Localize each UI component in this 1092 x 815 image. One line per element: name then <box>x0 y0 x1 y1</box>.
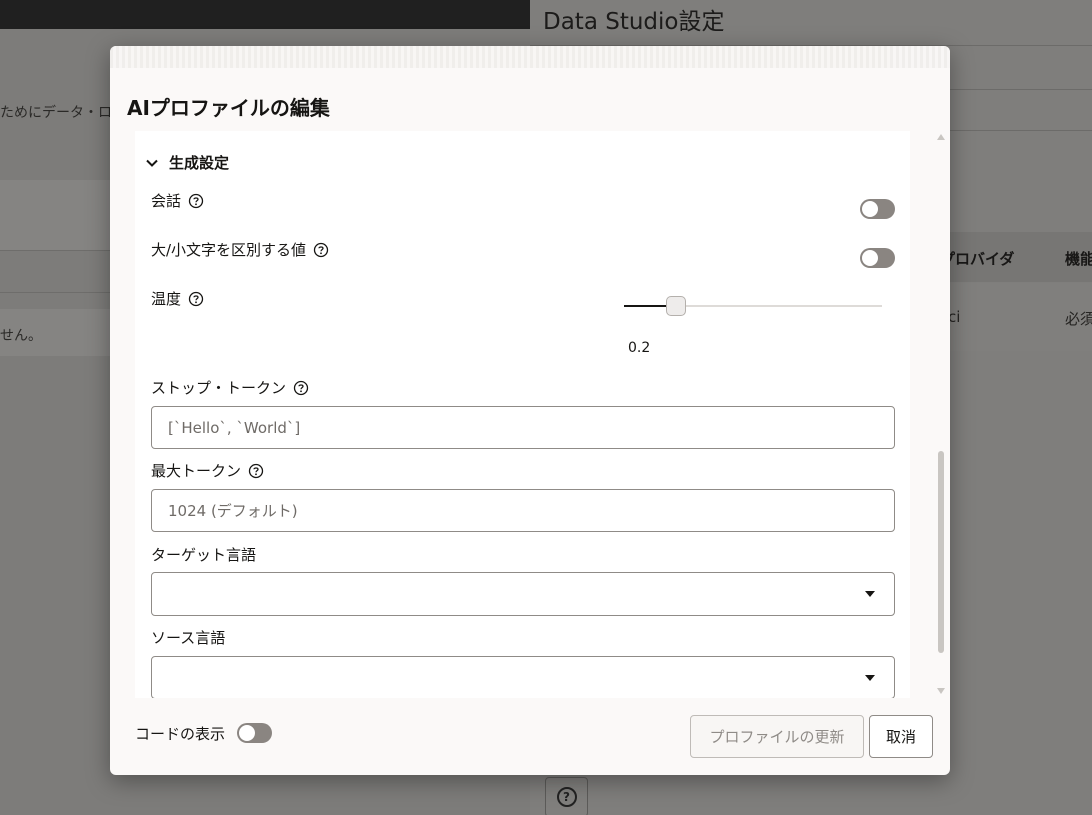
stop-tokens-label: ストップ・トークン <box>151 379 287 397</box>
help-circle-icon[interactable] <box>313 242 329 258</box>
target-language-select[interactable] <box>151 572 895 616</box>
help-circle-icon[interactable] <box>248 463 264 479</box>
help-circle-icon[interactable] <box>188 291 204 307</box>
section-title: 生成設定 <box>169 154 230 172</box>
scrollbar-thumb[interactable] <box>938 451 944 653</box>
max-tokens-label: 最大トークン <box>151 462 242 480</box>
table-header-provider: プロバイダ <box>940 250 1015 268</box>
max-tokens-input[interactable] <box>152 490 894 531</box>
generation-settings-header[interactable]: 生成設定 <box>145 152 229 173</box>
target-language-value[interactable] <box>152 573 894 615</box>
stop-tokens-field[interactable] <box>151 406 895 449</box>
case-sensitive-label-row: 大/小文字を区別する値 <box>151 239 329 260</box>
target-language-label-row: ターゲット言語 <box>151 544 256 565</box>
source-language-select[interactable] <box>151 656 895 698</box>
cancel-button[interactable]: 取消 <box>869 715 933 758</box>
stop-tokens-label-row: ストップ・トークン <box>151 377 309 398</box>
table-cell-feature: 必須 <box>1065 310 1092 328</box>
dialog-title: AIプロファイルの編集 <box>127 96 330 120</box>
scroll-down-arrow[interactable] <box>937 688 945 694</box>
help-circle-icon[interactable] <box>188 193 204 209</box>
chevron-down-icon[interactable] <box>145 156 159 170</box>
source-language-value[interactable] <box>152 657 894 698</box>
background-text-2: せん。 <box>0 328 42 344</box>
show-code-label: コードの表示 <box>135 725 226 743</box>
case-sensitive-toggle[interactable] <box>860 248 895 268</box>
show-code-toggle[interactable] <box>237 723 272 743</box>
temperature-slider-thumb[interactable] <box>665 296 686 316</box>
dialog-header-texture <box>110 46 950 68</box>
background-top-bar <box>0 0 530 29</box>
conversation-toggle[interactable] <box>860 199 895 219</box>
toggle-knob <box>862 201 878 217</box>
caret-down-icon[interactable] <box>865 591 875 597</box>
source-language-label: ソース言語 <box>151 629 226 647</box>
dialog-scroll-body[interactable]: 生成設定 会話 大/小文字を区別する値 温度 0.2 ストップ・トークン [`H… <box>135 131 910 698</box>
help-circle-icon[interactable] <box>293 380 309 396</box>
target-language-label: ターゲット言語 <box>151 546 257 564</box>
caret-down-icon[interactable] <box>865 675 875 681</box>
edit-ai-profile-dialog: AIプロファイルの編集 生成設定 会話 大/小文字を区別する値 温度 0.2 ス… <box>110 46 950 775</box>
temperature-label-row: 温度 <box>151 288 204 309</box>
conversation-label: 会話 <box>151 192 182 210</box>
background-help-button: ? <box>545 777 588 815</box>
toggle-knob <box>862 250 878 266</box>
source-language-label-row: ソース言語 <box>151 627 225 648</box>
scroll-up-arrow[interactable] <box>937 134 945 140</box>
help-icon: ? <box>556 787 577 807</box>
table-header-feature: 機能 <box>1065 250 1092 268</box>
toggle-knob <box>239 725 255 741</box>
temperature-value: 0.2 <box>628 340 651 356</box>
panel-title: Data Studio設定 <box>543 9 725 35</box>
update-profile-button[interactable]: プロファイルの更新 <box>690 715 864 758</box>
background-text-1: ためにデータ・ロ <box>0 105 112 121</box>
stop-tokens-input[interactable] <box>152 407 894 448</box>
conversation-label-row: 会話 <box>151 190 204 211</box>
max-tokens-label-row: 最大トークン <box>151 460 264 481</box>
max-tokens-field[interactable] <box>151 489 895 532</box>
temperature-label: 温度 <box>151 290 182 308</box>
case-sensitive-label: 大/小文字を区別する値 <box>151 241 307 259</box>
